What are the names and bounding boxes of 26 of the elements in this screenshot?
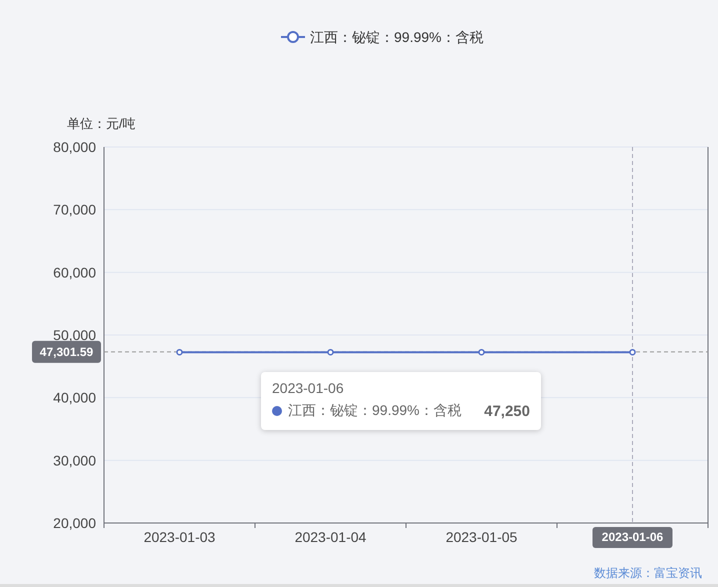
axis-tick-label: 60,000 [53,264,96,280]
series-name: 江西：铋锭：99.99%：含税 [288,402,462,420]
pointer-value-label: 47,301.59 [32,340,101,363]
axis-tick-label: 50,000 [53,327,96,343]
data-point[interactable] [176,348,183,356]
legend-label[interactable]: 江西：铋锭：99.99%：含税 [310,29,484,45]
axis-tick-label: 2023-01-04 [294,529,366,545]
data-point[interactable] [478,348,485,356]
axis-tick-label: 40,000 [53,390,96,406]
axis-tick-label: 80,000 [53,139,96,155]
data-point[interactable] [327,348,334,356]
axis-tick-label: 20,000 [53,515,96,531]
data-point[interactable] [629,348,636,356]
axis-tick-label: 2023-01-03 [144,529,216,545]
legend-icon[interactable] [281,31,305,43]
axis-tick-label: 70,000 [53,202,96,218]
axis-title: 单位：元/吨 [67,116,136,131]
series-dot [272,406,282,416]
axis-tick-label: 2023-01-05 [446,529,518,545]
pointer-category-label: 2023-01-06 [592,527,672,548]
series-value: 47,250 [484,402,530,420]
tooltip-title: 2023-01-06 [272,380,345,396]
ref-line-label: 47,301.59 [40,344,94,359]
axis-tick-label: 30,000 [53,452,96,468]
x-tick-label: 2023-01-06 [602,530,664,544]
source-text: 数据来源：富宝资讯 [594,566,702,580]
